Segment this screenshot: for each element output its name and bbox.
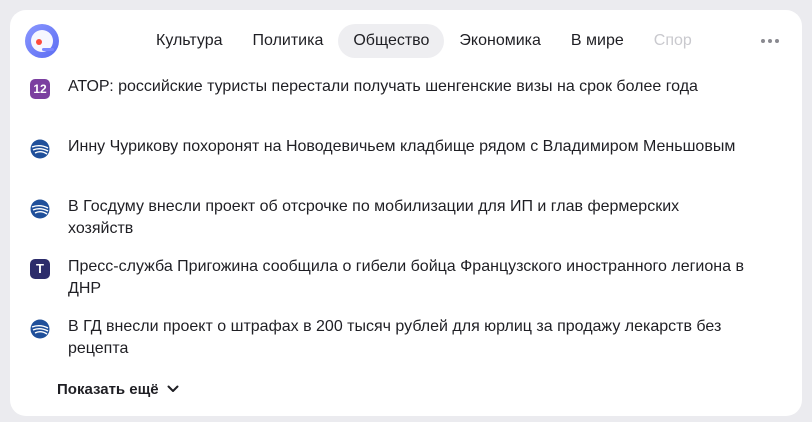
tab-sport[interactable]: Спор [639, 24, 707, 58]
show-more-button[interactable]: Показать ещё [57, 378, 179, 400]
news-item[interactable]: Инну Чурикову похоронят на Новодевичьем … [30, 136, 750, 196]
news-item[interactable]: В ГД внесли проект о штрафах в 200 тысяч… [30, 316, 750, 376]
show-more-label: Показать ещё [57, 380, 159, 398]
tab-politics[interactable]: Политика [238, 24, 339, 58]
news-item[interactable]: T Пресс-служба Пригожина сообщила о гибе… [30, 256, 750, 316]
news-widget: Культура Политика Общество Экономика В м… [10, 10, 802, 416]
tabs-fade-overlay [700, 24, 760, 58]
tab-culture[interactable]: Культура [141, 24, 238, 58]
more-dot-icon [775, 39, 779, 43]
more-dot-icon [761, 39, 765, 43]
news-headline[interactable]: В ГД внесли проект о штрафах в 200 тысяч… [68, 316, 748, 360]
tab-society[interactable]: Общество [338, 24, 445, 58]
service-logo-icon[interactable] [25, 24, 59, 58]
more-menu-button[interactable] [754, 26, 786, 56]
tass-icon: T [30, 259, 50, 279]
news-headline[interactable]: Пресс-служба Пригожина сообщила о гибели… [68, 256, 748, 300]
logo-dot [36, 39, 42, 45]
ator-icon: 12 [30, 79, 50, 99]
category-tabs: Культура Политика Общество Экономика В м… [141, 24, 707, 58]
news-headline[interactable]: АТОР: российские туристы перестали получ… [68, 76, 748, 98]
ria-icon [30, 319, 50, 339]
ria-icon [30, 139, 50, 159]
news-item[interactable]: 12 АТОР: российские туристы перестали по… [30, 76, 750, 136]
chevron-down-icon [167, 380, 179, 398]
more-dot-icon [768, 39, 772, 43]
tab-economy[interactable]: Экономика [444, 24, 556, 58]
news-item[interactable]: В Госдуму внесли проект об отсрочке по м… [30, 196, 750, 256]
tab-world[interactable]: В мире [556, 24, 639, 58]
news-list: 12 АТОР: российские туристы перестали по… [30, 76, 750, 376]
news-headline[interactable]: Инну Чурикову похоронят на Новодевичьем … [68, 136, 748, 158]
ria-icon [30, 199, 50, 219]
logo-line [42, 48, 54, 51]
news-headline[interactable]: В Госдуму внесли проект об отсрочке по м… [68, 196, 748, 240]
